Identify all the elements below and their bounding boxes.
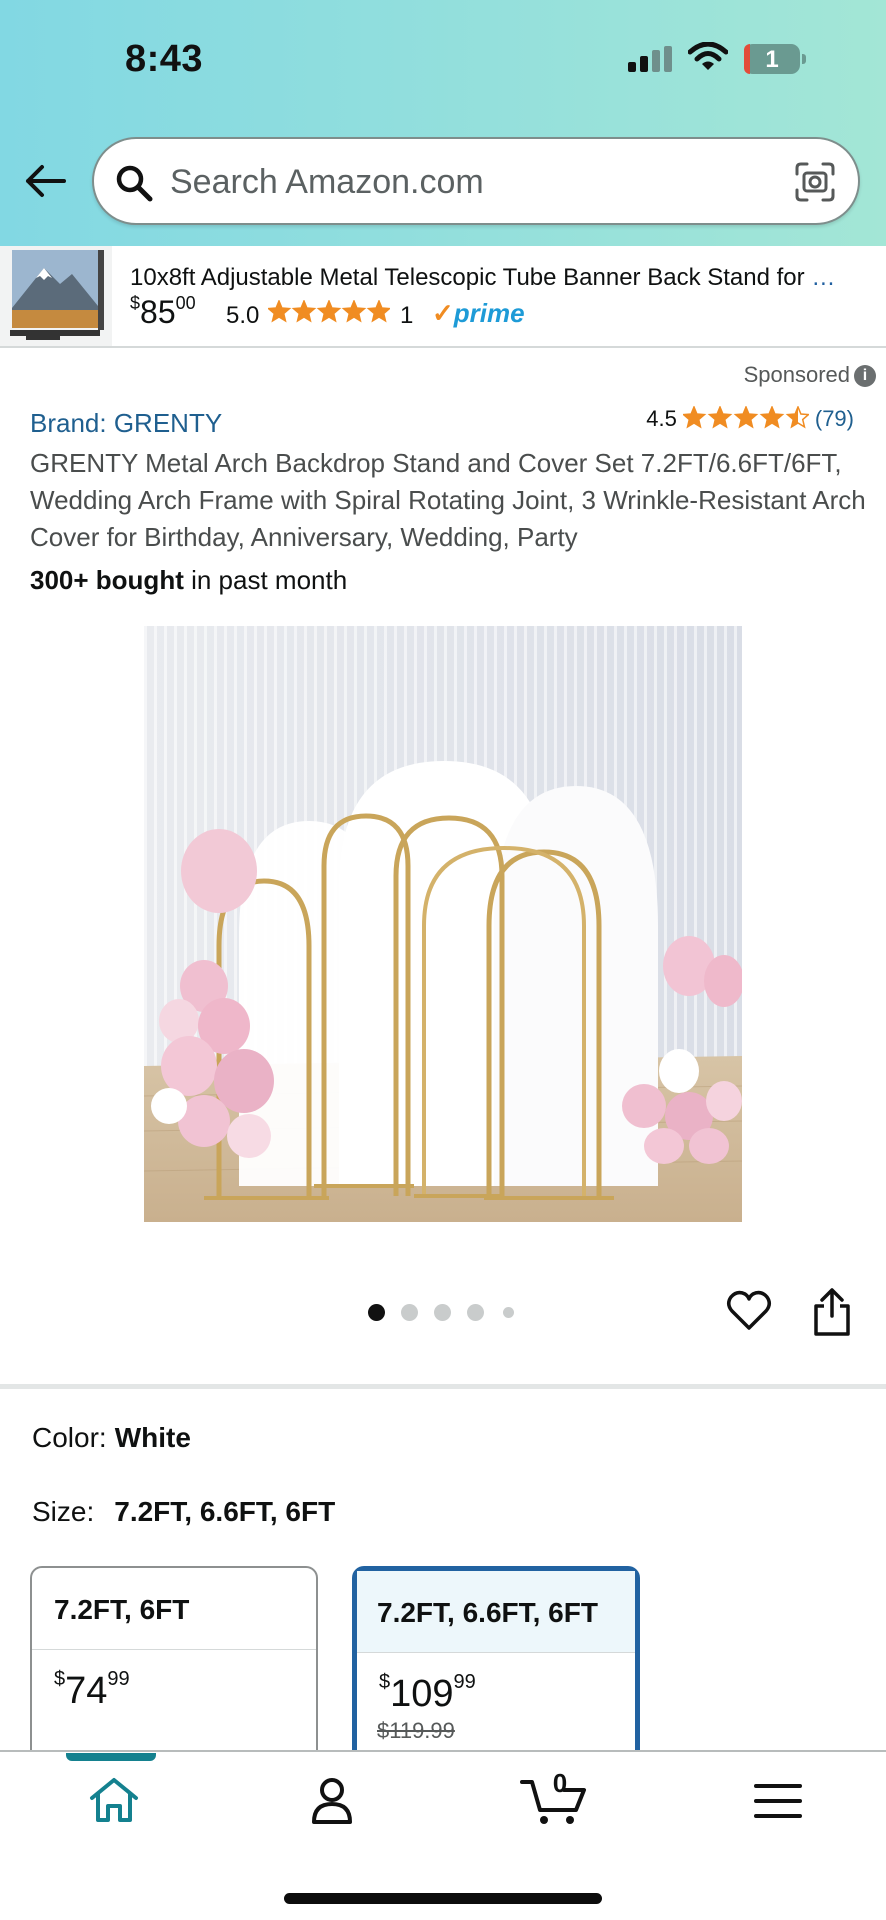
product-title: GRENTY Metal Arch Backdrop Stand and Cov… bbox=[30, 448, 866, 552]
size-option-card-selected[interactable]: 7.2FT, 6.6FT, 6FT $10999 $119.99 bbox=[352, 1566, 640, 1766]
pager-dot[interactable] bbox=[467, 1304, 484, 1321]
pager-dot[interactable] bbox=[503, 1307, 514, 1318]
home-icon[interactable] bbox=[86, 1776, 142, 1826]
ad-price-symbol: $ bbox=[130, 293, 141, 314]
search-icon[interactable] bbox=[114, 163, 154, 203]
prime-check-icon: ✓ bbox=[432, 298, 454, 328]
sponsored-label[interactable]: Sponsored i bbox=[744, 362, 876, 388]
star-fill bbox=[368, 301, 390, 321]
info-icon[interactable]: i bbox=[854, 365, 876, 388]
ad-price: $8500 bbox=[130, 293, 196, 331]
bought-period: in past month bbox=[183, 565, 348, 595]
back-arrow-icon[interactable] bbox=[22, 158, 68, 204]
star-fill bbox=[343, 301, 365, 321]
ad-product-title[interactable]: 10x8ft Adjustable Metal Telescopic Tube … bbox=[130, 264, 874, 292]
heart-icon[interactable] bbox=[726, 1288, 772, 1334]
product-page: 8:43 1 Search Amazon.com 10x8ft Adjustab… bbox=[0, 0, 886, 1920]
ad-title-ellipsis: … bbox=[811, 264, 836, 291]
price-symbol: $ bbox=[379, 1671, 391, 1694]
search-input[interactable]: Search Amazon.com bbox=[170, 163, 484, 202]
rating-value: 4.5 bbox=[646, 406, 677, 431]
cellular-signal-icon bbox=[628, 46, 672, 72]
sponsored-text[interactable]: Sponsored bbox=[744, 362, 850, 387]
size-option-card[interactable]: 7.2FT, 6FT $7499 bbox=[30, 1566, 318, 1766]
battery-level: 1 bbox=[765, 46, 779, 73]
size-value: 7.2FT, 6.6FT, 6FT bbox=[114, 1496, 336, 1527]
star-fill bbox=[709, 407, 731, 427]
size-label: Size: bbox=[32, 1496, 95, 1527]
star-fill bbox=[761, 407, 783, 427]
ad-review-count: 1 bbox=[400, 302, 414, 329]
star-fill bbox=[683, 407, 705, 427]
menu-icon[interactable] bbox=[750, 1776, 806, 1826]
brand-link[interactable]: Brand: GRENTY bbox=[30, 408, 222, 439]
search-bar[interactable]: Search Amazon.com bbox=[92, 137, 860, 225]
star-rating-icon[interactable] bbox=[682, 406, 809, 432]
battery-icon: 1 bbox=[744, 44, 806, 74]
price-fraction: 99 bbox=[107, 1668, 130, 1691]
pager-dot[interactable] bbox=[434, 1304, 451, 1321]
camera-scan-icon[interactable] bbox=[794, 161, 836, 203]
bought-in-past-month: 300+ bought in past month bbox=[30, 565, 347, 596]
wifi-icon bbox=[688, 42, 728, 70]
price-whole: 74 bbox=[65, 1670, 108, 1712]
ad-star-rating bbox=[268, 300, 390, 323]
pager-dot[interactable] bbox=[401, 1304, 418, 1321]
star-fill bbox=[735, 407, 757, 427]
ad-title-text[interactable]: 10x8ft Adjustable Metal Telescopic Tube … bbox=[130, 264, 811, 291]
prime-badge: ✓prime bbox=[432, 298, 525, 329]
price-whole: 109 bbox=[390, 1673, 454, 1715]
ad-price-whole: 85 bbox=[140, 294, 176, 330]
list-price: $119.99 bbox=[377, 1718, 455, 1743]
size-selection: Size: 7.2FT, 6.6FT, 6FT bbox=[32, 1496, 335, 1528]
cart-count[interactable]: 0 bbox=[548, 1768, 572, 1799]
star-fill bbox=[293, 301, 315, 321]
ad-price-fraction: 00 bbox=[175, 293, 196, 314]
price-fraction: 99 bbox=[453, 1671, 476, 1694]
size-option-name: 7.2FT, 6.6FT, 6FT bbox=[357, 1571, 635, 1653]
ad-rating-value: 5.0 bbox=[226, 302, 260, 329]
size-option-price: $7499 bbox=[32, 1650, 316, 1713]
color-label: Color: bbox=[32, 1422, 107, 1453]
product-rating[interactable]: 4.5 (79) bbox=[646, 406, 854, 432]
home-indicator-bar bbox=[284, 1893, 602, 1904]
section-divider bbox=[0, 1384, 886, 1389]
account-icon[interactable] bbox=[304, 1776, 360, 1826]
color-selection: Color: White bbox=[32, 1422, 191, 1454]
bought-count: 300+ bought bbox=[30, 565, 184, 595]
review-count-link[interactable]: (79) bbox=[815, 406, 854, 432]
nav-active-indicator bbox=[66, 1753, 156, 1761]
size-option-name: 7.2FT, 6FT bbox=[32, 1568, 316, 1650]
status-time: 8:43 bbox=[125, 38, 204, 80]
size-option-price: $10999 bbox=[357, 1653, 635, 1716]
star-fill bbox=[268, 301, 290, 321]
prime-label: prime bbox=[453, 298, 525, 328]
color-value: White bbox=[114, 1422, 191, 1453]
share-icon[interactable] bbox=[808, 1286, 856, 1338]
ad-product-thumbnail[interactable] bbox=[0, 246, 112, 346]
price-symbol: $ bbox=[54, 1668, 66, 1691]
image-pager[interactable] bbox=[368, 1302, 518, 1322]
product-main-image[interactable] bbox=[144, 626, 742, 1222]
star-fill bbox=[318, 301, 340, 321]
sponsored-product-strip[interactable]: 10x8ft Adjustable Metal Telescopic Tube … bbox=[0, 246, 886, 348]
pager-dot[interactable] bbox=[368, 1304, 385, 1321]
